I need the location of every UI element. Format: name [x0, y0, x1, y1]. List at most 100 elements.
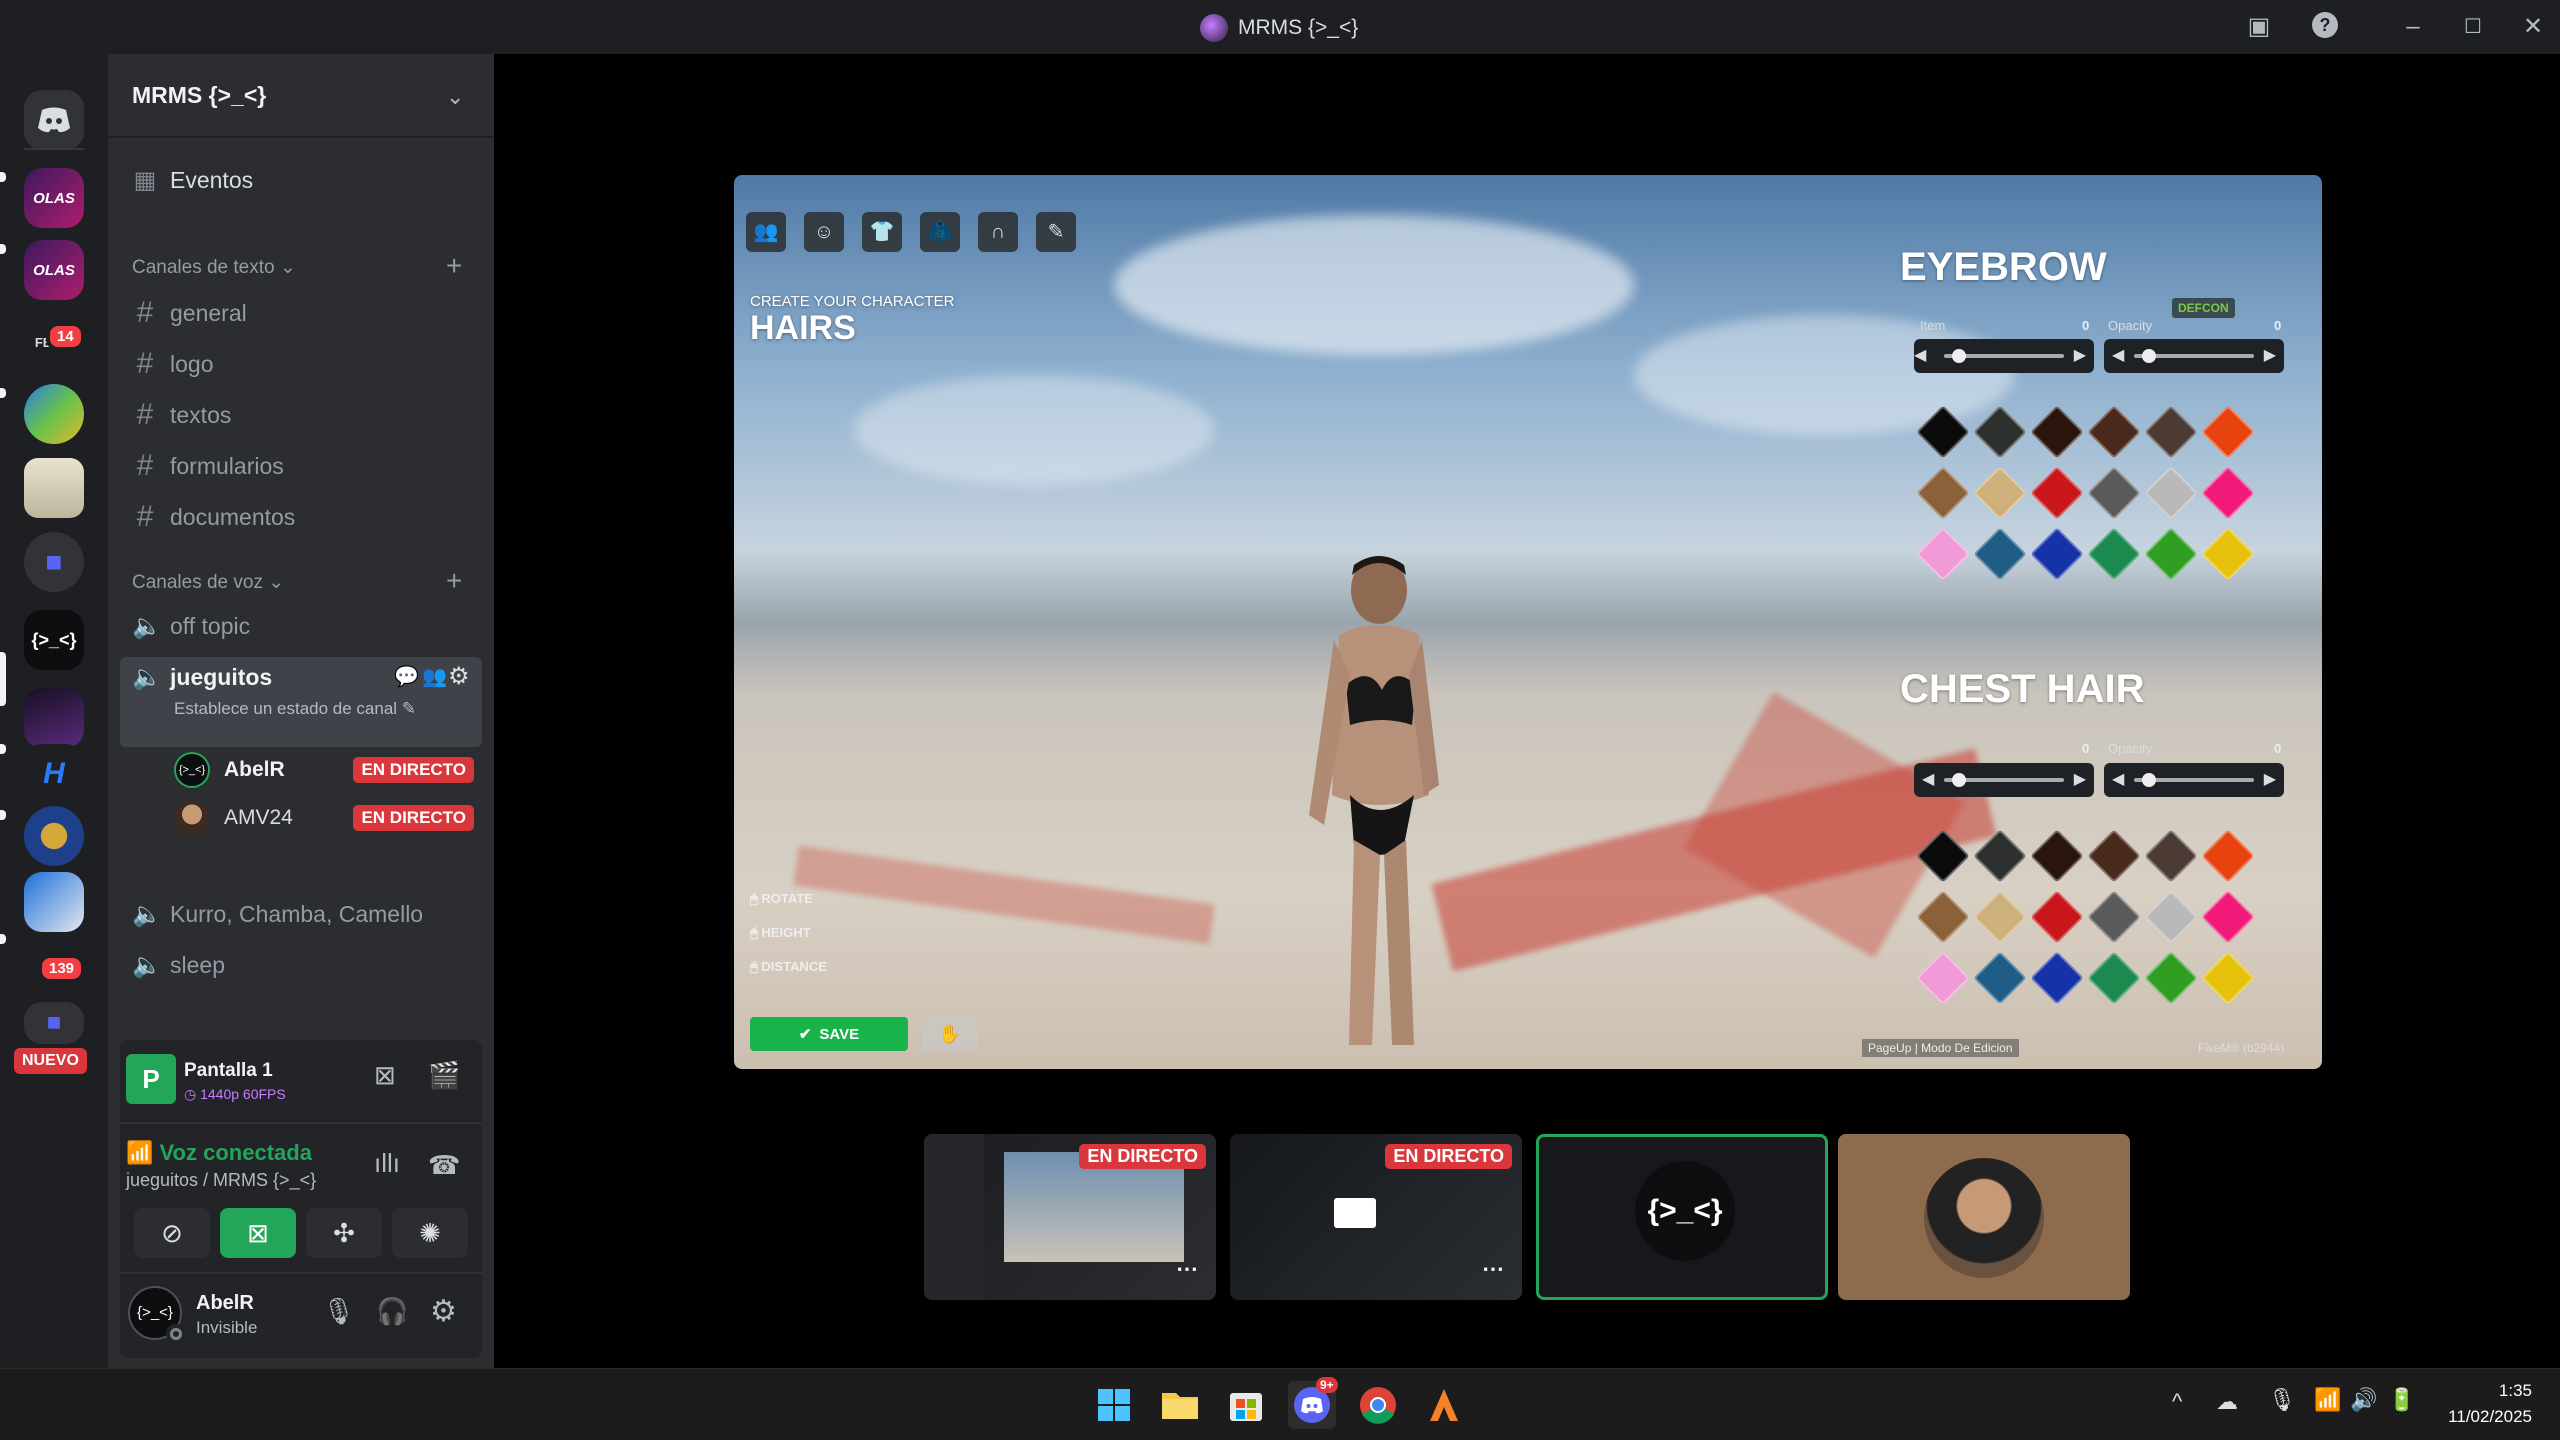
jacket-icon[interactable]: 🧥 [920, 212, 960, 252]
color-swatch[interactable] [2030, 466, 2084, 520]
server-name[interactable]: MRMS {>_<} [132, 82, 266, 109]
close-icon[interactable]: ✕ [2516, 10, 2550, 44]
eyebrow-item-slider[interactable]: ◀ ▶ [1914, 339, 2094, 373]
color-swatch[interactable] [1973, 890, 2027, 944]
voice-channel-kurro[interactable]: 🔈 Kurro, Chamba, Camello [132, 900, 423, 929]
add-text-channel-icon[interactable]: + [446, 250, 462, 282]
camera-off-button[interactable]: ⊘ [134, 1208, 210, 1258]
folder-icon[interactable]: ■ [24, 532, 84, 592]
stop-stream-icon[interactable]: ⊠ [374, 1060, 396, 1091]
color-swatch[interactable] [2087, 951, 2141, 1005]
color-swatch[interactable] [1916, 829, 1970, 883]
color-swatch[interactable] [2030, 951, 2084, 1005]
color-swatch[interactable] [2144, 890, 2198, 944]
chest-item-slider[interactable]: ◀ ▶ [1914, 763, 2094, 797]
color-swatch[interactable] [1916, 951, 1970, 1005]
color-swatch[interactable] [2201, 951, 2255, 1005]
stream-thumbnail-amv24[interactable]: EN DIRECTO ⋯ [1230, 1134, 1522, 1300]
color-swatch[interactable] [2087, 466, 2141, 520]
server-h-icon[interactable]: H [24, 744, 84, 804]
folder-2-icon[interactable]: ■ [24, 1002, 84, 1044]
chevron-up-icon[interactable]: ^ [2172, 1389, 2182, 1415]
channel-textos[interactable]: # textos [132, 398, 232, 432]
makeup-icon[interactable]: ✎ [1036, 212, 1076, 252]
clock-date[interactable]: 11/02/2025 [2432, 1407, 2532, 1427]
participant-tile-abelr[interactable]: {>_<} [1536, 1134, 1828, 1300]
save-button[interactable]: ✔ SAVE [750, 1017, 908, 1051]
color-swatch[interactable] [2144, 527, 2198, 581]
server-fbi-icon[interactable] [24, 806, 84, 866]
onedrive-icon[interactable]: ☁ [2216, 1389, 2238, 1415]
voice-channel-path[interactable]: jueguitos / MRMS {>_<} [126, 1170, 316, 1191]
heritage-icon[interactable]: 👥 [746, 212, 786, 252]
server-books-icon[interactable] [24, 458, 84, 518]
screen-share-button[interactable]: ⊠ [220, 1208, 296, 1258]
discord-home-icon[interactable] [24, 90, 84, 150]
server-purple-icon[interactable] [24, 688, 84, 748]
face-icon[interactable]: ☺ [804, 212, 844, 252]
server-olas-1-icon[interactable]: OLAS [24, 168, 84, 228]
channel-documentos[interactable]: # documentos [132, 500, 296, 534]
soundboard-button[interactable]: ✺ [392, 1208, 468, 1258]
settings-gear-icon[interactable]: ⚙ [448, 662, 470, 691]
maximize-icon[interactable]: ☐ [2456, 10, 2490, 44]
color-swatch[interactable] [1973, 527, 2027, 581]
more-icon[interactable]: ⋯ [1176, 1256, 1198, 1282]
windows-start-icon[interactable] [1090, 1381, 1138, 1429]
events-item[interactable]: ▦ Eventos [132, 166, 253, 195]
chevron-down-icon[interactable]: ⌄ [446, 84, 464, 110]
color-swatch[interactable] [1973, 829, 2027, 883]
server-mrms-icon[interactable]: {>_<} [24, 610, 84, 670]
color-swatch[interactable] [2201, 466, 2255, 520]
participant-tile-amv24[interactable] [1838, 1134, 2130, 1300]
inbox-icon[interactable]: ▣ [2242, 10, 2276, 44]
color-swatch[interactable] [2087, 405, 2141, 459]
color-swatch[interactable] [1916, 466, 1970, 520]
user-settings-gear-icon[interactable]: ⚙ [430, 1294, 457, 1329]
battery-icon[interactable]: 🔋 [2388, 1387, 2415, 1413]
new-badge[interactable]: NUEVO [14, 1048, 87, 1074]
color-swatch[interactable] [1916, 527, 1970, 581]
color-swatch[interactable] [1916, 890, 1970, 944]
stream-thumbnail-abelr[interactable]: EN DIRECTO ⋯ [924, 1134, 1216, 1300]
voice-user-amv24[interactable]: AMV24 EN DIRECTO [174, 800, 474, 836]
add-voice-channel-icon[interactable]: + [446, 565, 462, 597]
text-category[interactable]: Canales de texto ⌄ [132, 256, 296, 279]
game-stream-frame[interactable]: 👥 ☺ 👕 🧥 ∩ ✎ CREATE YOUR CHARACTER HAIRS … [734, 175, 2322, 1069]
app-launcher-icon[interactable] [1420, 1381, 1468, 1429]
chest-opacity-slider[interactable]: ◀ ▶ [2104, 763, 2284, 797]
color-swatch[interactable] [1973, 466, 2027, 520]
color-swatch[interactable] [2201, 405, 2255, 459]
channel-formularios[interactable]: # formularios [132, 449, 284, 483]
color-swatch[interactable] [2030, 405, 2084, 459]
color-swatch[interactable] [2030, 527, 2084, 581]
shirt-icon[interactable]: 👕 [862, 212, 902, 252]
color-swatch[interactable] [2144, 829, 2198, 883]
voice-category[interactable]: Canales de voz ⌄ [132, 571, 284, 594]
disconnect-icon[interactable]: ☎ [428, 1150, 460, 1181]
color-swatch[interactable] [2144, 405, 2198, 459]
color-swatch[interactable] [2144, 951, 2198, 1005]
hands-button[interactable]: ✋ [922, 1017, 978, 1051]
headphones-icon[interactable]: 🎧 [376, 1296, 408, 1327]
color-swatch[interactable] [2087, 890, 2141, 944]
voice-channel-sleep[interactable]: 🔈 sleep [132, 951, 225, 980]
color-swatch[interactable] [2030, 890, 2084, 944]
color-swatch[interactable] [1916, 405, 1970, 459]
color-swatch[interactable] [2087, 527, 2141, 581]
wifi-icon[interactable]: 📶 [2314, 1387, 2341, 1413]
voice-channel-off-topic[interactable]: 🔈 off topic [132, 612, 250, 641]
color-swatch[interactable] [1973, 405, 2027, 459]
noise-suppression-icon[interactable]: ıllı [374, 1148, 400, 1179]
channel-chat-icon[interactable]: 💬 [394, 664, 419, 689]
color-swatch[interactable] [1973, 951, 2027, 1005]
more-icon[interactable]: ⋯ [1482, 1256, 1504, 1282]
clips-icon[interactable]: 🎬 [428, 1060, 460, 1091]
server-olas-2-icon[interactable]: OLAS [24, 240, 84, 300]
minimize-icon[interactable]: – [2396, 10, 2430, 44]
channel-logo[interactable]: # logo [132, 347, 214, 381]
color-swatch[interactable] [2201, 527, 2255, 581]
clock-time[interactable]: 1:35 [2432, 1381, 2532, 1401]
store-icon[interactable] [1222, 1381, 1270, 1429]
color-swatch[interactable] [2201, 890, 2255, 944]
